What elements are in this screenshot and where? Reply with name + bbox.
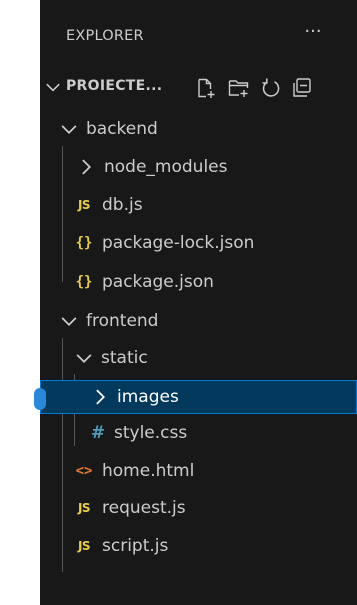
tree-item-style-css[interactable]: # style.css [40,416,357,450]
chevron-right-icon [82,159,91,175]
tree-item-label: package-lock.json [102,233,255,253]
chevron-right-icon [96,389,105,405]
chevron-down-icon [61,317,77,326]
workspace-title: PROIECTE... [66,78,163,94]
tree-item-label: style.css [114,423,188,443]
tree-item-static[interactable]: static [40,341,357,375]
tree-item-label: frontend [86,311,159,331]
tree-item-images[interactable]: images [40,380,357,414]
tree-item-label: images [117,387,179,407]
tree-item-package-json[interactable]: {} package.json [40,265,357,299]
explorer-title: EXPLORER [66,28,144,44]
tree-item-label: package.json [102,272,214,292]
tree-item-home-html[interactable]: <> home.html [40,454,357,488]
tree-item-label: home.html [102,461,195,481]
drag-handle[interactable] [34,388,46,410]
tree-item-request-js[interactable]: JS request.js [40,491,357,525]
tree-item-backend[interactable]: backend [40,112,357,146]
tree-item-frontend[interactable]: frontend [40,304,357,338]
explorer-panel: EXPLORER ··· PROIECTE... backend node_mo… [40,0,357,605]
chevron-down-icon [46,83,60,92]
tree-item-label: db.js [102,195,143,215]
activity-bar-edge [0,0,40,605]
tree-item-label: backend [86,119,158,139]
css-file-icon: # [90,423,106,443]
refresh-icon[interactable] [259,76,283,100]
tree-item-node-modules[interactable]: node_modules [40,150,357,184]
new-file-icon[interactable] [194,76,218,100]
tree-item-label: static [101,348,148,368]
tree-item-package-lock-json[interactable]: {} package-lock.json [40,226,357,260]
chevron-down-icon [61,125,77,134]
tree-item-label: node_modules [104,157,228,177]
html-file-icon: <> [75,463,93,479]
javascript-file-icon: JS [77,539,91,553]
more-actions-button[interactable]: ··· [298,23,328,48]
tree-item-label: script.js [102,536,169,556]
javascript-file-icon: JS [77,198,91,212]
json-file-icon: {} [75,274,93,290]
tree-item-db-js[interactable]: JS db.js [40,188,357,222]
chevron-down-icon [76,354,92,363]
explorer-header: EXPLORER ··· [40,0,357,78]
javascript-file-icon: JS [77,501,91,515]
new-folder-icon[interactable] [227,76,251,100]
tree-item-script-js[interactable]: JS script.js [40,529,357,563]
json-file-icon: {} [75,235,93,251]
workspace-section-header[interactable]: PROIECTE... [40,70,357,104]
tree-item-label: request.js [102,498,186,518]
collapse-all-icon[interactable] [290,76,314,100]
